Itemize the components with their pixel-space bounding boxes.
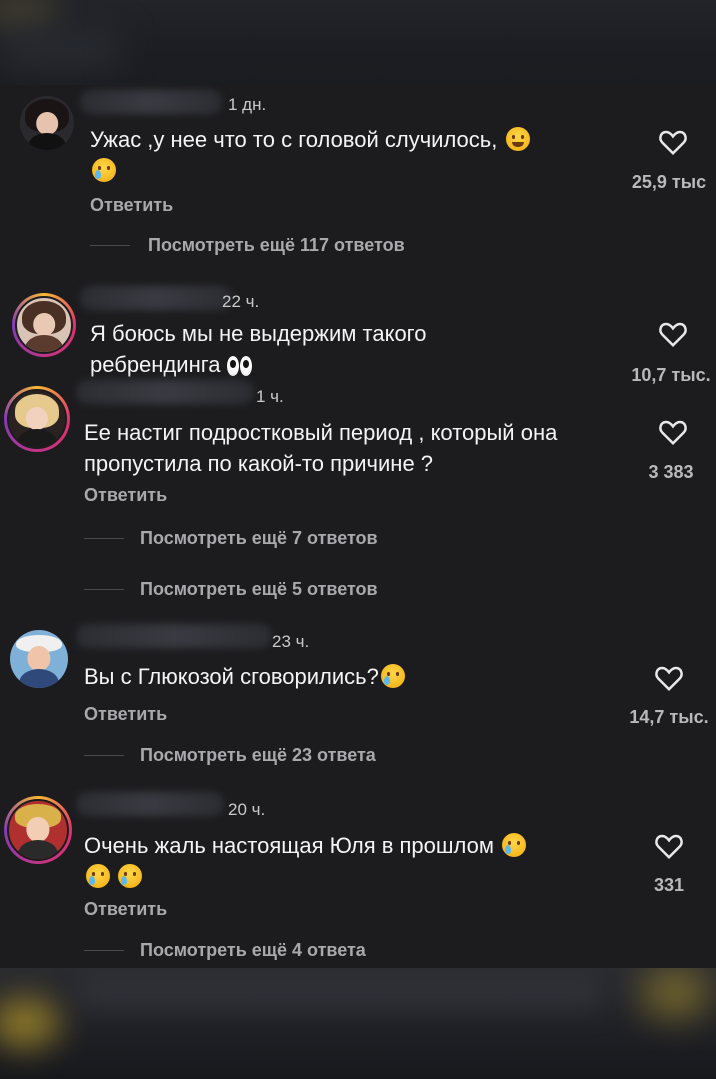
divider-line [84,589,124,590]
heart-outline-icon[interactable] [654,832,684,860]
blurred-top-region [0,0,716,90]
divider-line [84,538,124,539]
comment-text: Ужас ,у нее что то с головой случилось, [90,124,610,186]
avatar-with-story-ring[interactable] [12,293,76,357]
like-count: 25,9 тыс [631,172,707,192]
heart-outline-icon[interactable] [654,664,684,692]
view-more-replies-link[interactable]: Посмотреть ещё 5 ответов [140,579,378,600]
crying-emoji [118,864,143,888]
username-blurred[interactable] [80,90,222,114]
divider-line [84,950,124,951]
like-count: 331 [653,875,685,895]
heart-outline-icon[interactable] [658,418,688,446]
view-more-replies-link[interactable]: Посмотреть ещё 117 ответов [148,235,405,256]
crying-emoji [380,664,405,688]
comment-text-body: Я боюсь мы не выдержим такого ребрендинг… [90,321,427,377]
comment-text-body: Очень жаль настоящая Юля в прошлом [84,833,494,858]
comment-text: Я боюсь мы не выдержим такого ребрендинг… [90,318,550,384]
crying-emoji [92,158,116,182]
reply-button[interactable]: Ответить [84,704,167,725]
comment-time: 20 ч. [228,800,266,819]
avatar-with-story-ring[interactable] [4,386,70,452]
view-more-replies-link[interactable]: Посмотреть ещё 7 ответов [140,528,378,549]
comment-text: Ее настиг подростковый период , который … [84,420,558,476]
heart-outline-icon[interactable] [658,128,688,156]
divider-line [84,755,124,756]
joy-emoji [505,127,530,151]
reply-button[interactable]: Ответить [84,485,167,506]
username-blurred[interactable] [80,286,232,310]
like-count: 3 383 [648,462,694,482]
comment-time: 22 ч. [222,292,260,311]
avatar-with-story-ring[interactable] [4,796,72,864]
divider-line [90,245,130,246]
view-more-replies-link[interactable]: Посмотреть ещё 4 ответа [140,940,366,961]
username-blurred[interactable] [76,624,272,648]
comment-text-body: Вы с Глюкозой сговорились? [84,664,379,689]
avatar[interactable] [20,96,74,150]
reply-button[interactable]: Ответить [90,195,173,216]
view-more-replies-link[interactable]: Посмотреть ещё 23 ответа [140,745,376,766]
comment-time: 1 дн. [228,95,267,114]
comment-text-body: Ужас ,у нее что то с головой случилось, [90,127,498,152]
blurred-bottom-region [0,968,716,1079]
username-blurred[interactable] [76,380,254,404]
crying-emoji [86,864,110,888]
like-count: 10,7 тыс. [631,365,711,385]
crying-emoji [502,833,527,857]
like-count: 14,7 тыс. [629,707,709,727]
avatar[interactable] [10,630,68,688]
comment-text: Вы с Глюкозой сговорились? [84,661,604,692]
heart-outline-icon[interactable] [658,320,688,348]
reply-button[interactable]: Ответить [84,899,167,920]
comment-time: 1 ч. [256,387,284,406]
comment-text: Очень жаль настоящая Юля в прошлом [84,830,614,892]
username-blurred[interactable] [76,792,224,816]
comment-time: 23 ч. [272,632,310,651]
